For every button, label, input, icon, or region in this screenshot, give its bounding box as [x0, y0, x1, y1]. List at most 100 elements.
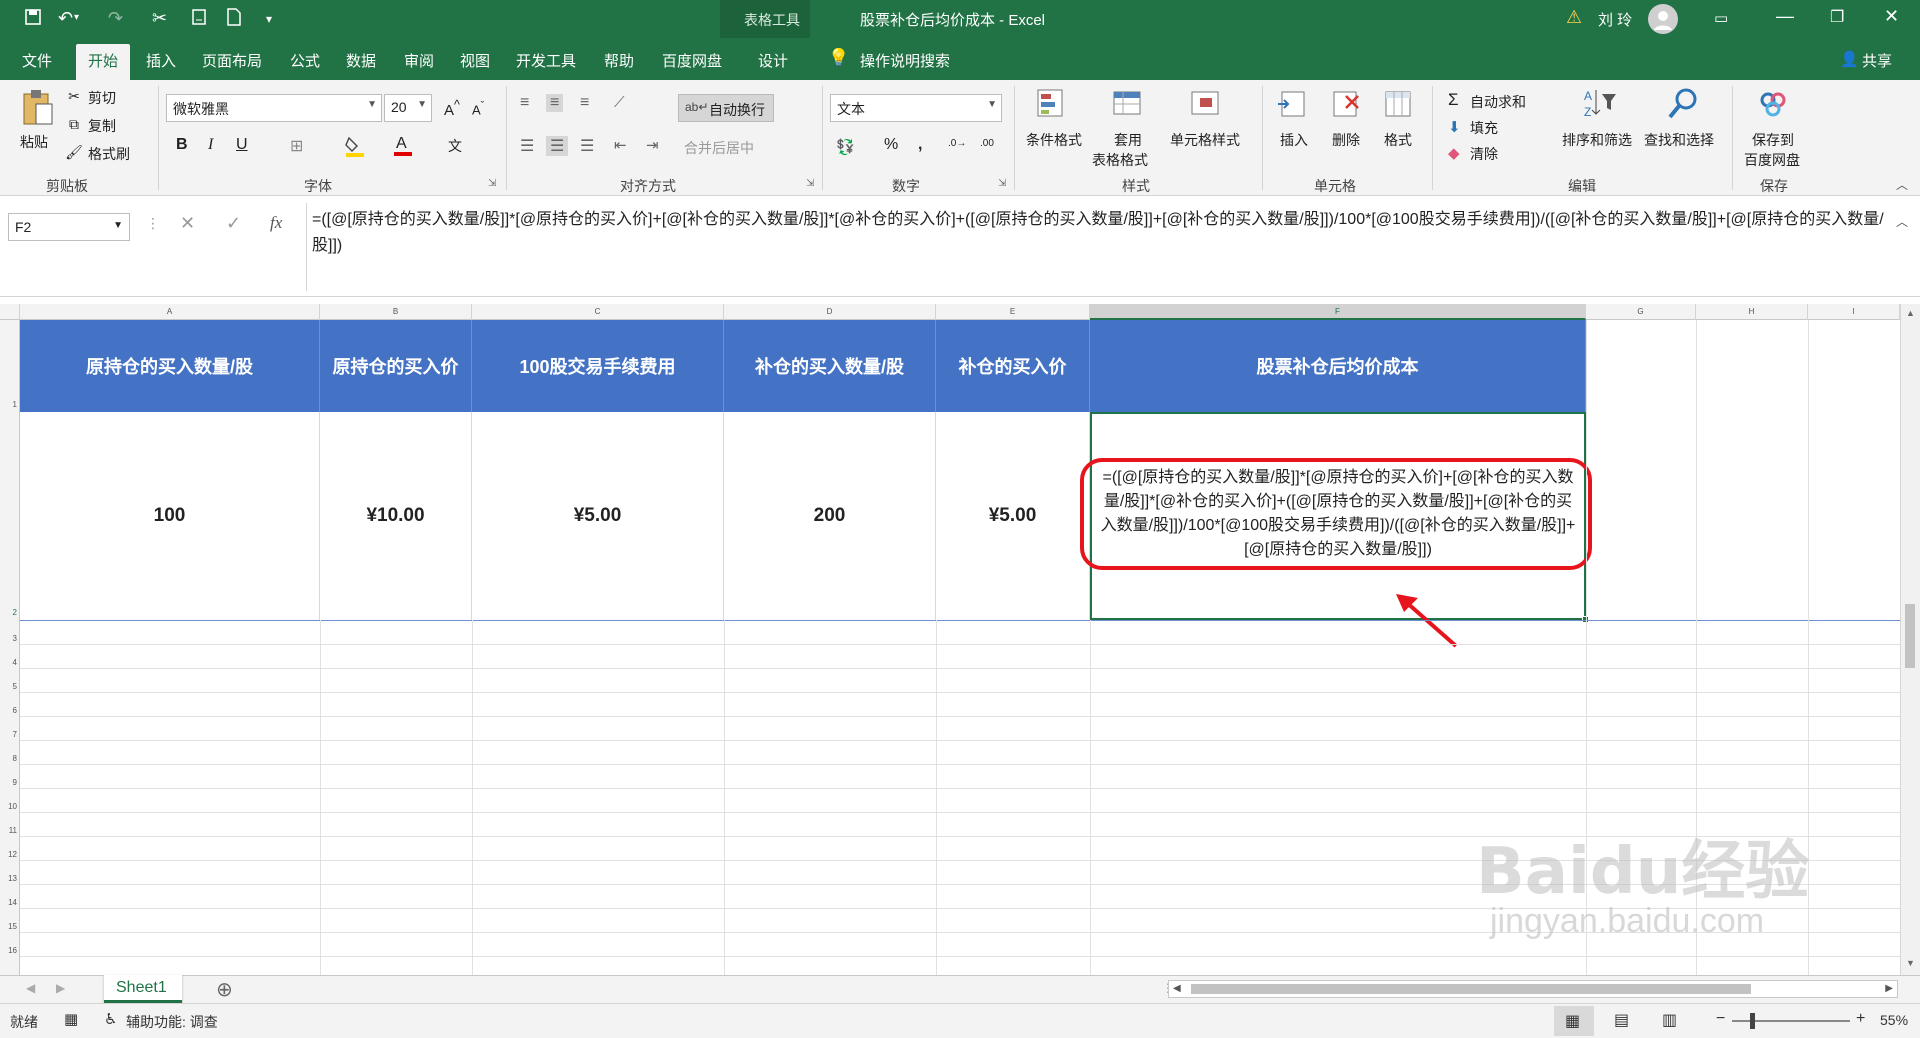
- column-header-c[interactable]: C: [472, 304, 724, 320]
- increase-decimal-icon[interactable]: .0→: [948, 138, 966, 149]
- paste-button[interactable]: 粘贴: [20, 132, 48, 152]
- number-format-select[interactable]: 文本 ▼: [830, 94, 1002, 122]
- table-header-cell[interactable]: 原持仓的买入数量/股: [20, 320, 320, 412]
- underline-button[interactable]: U: [236, 136, 248, 154]
- fill-color-icon[interactable]: [344, 134, 366, 158]
- table-header-cell[interactable]: 补仓的买入数量/股: [724, 320, 936, 412]
- insert-function-button[interactable]: fx: [270, 213, 282, 233]
- sheet-prev-icon[interactable]: ◀: [26, 981, 35, 995]
- tab-design[interactable]: 设计: [758, 50, 788, 71]
- font-dialog-launcher-icon[interactable]: ⇲: [488, 178, 496, 189]
- save-icon[interactable]: [24, 8, 42, 31]
- table-header-cell[interactable]: 补仓的买入价: [936, 320, 1090, 412]
- print-preview-icon[interactable]: [190, 8, 208, 31]
- close-icon[interactable]: ✕: [1884, 6, 1899, 27]
- column-header-a[interactable]: A: [20, 304, 320, 320]
- table-data-cell[interactable]: ¥10.00: [320, 412, 472, 620]
- new-file-icon[interactable]: [226, 8, 242, 31]
- format-cells-icon[interactable]: [1382, 88, 1414, 120]
- format-as-table-icon[interactable]: [1112, 88, 1144, 120]
- selected-cell-f2[interactable]: =([@[原持仓的买入数量/股]]*[@原持仓的买入价]+[@[补仓的买入数量/…: [1080, 412, 1592, 623]
- delete-cells-button[interactable]: 删除: [1332, 130, 1360, 150]
- decrease-font-icon[interactable]: Aˇ: [472, 100, 484, 117]
- sheet-tab-sheet1[interactable]: Sheet1: [104, 975, 182, 1003]
- decrease-indent-icon[interactable]: ⇤: [614, 136, 627, 154]
- column-header-i[interactable]: I: [1808, 304, 1900, 320]
- warning-icon[interactable]: ⚠: [1566, 7, 1582, 28]
- tab-baidu-netdisk[interactable]: 百度网盘: [662, 50, 722, 71]
- align-top-icon[interactable]: ≡: [520, 94, 529, 112]
- tab-file[interactable]: 文件: [22, 50, 52, 71]
- phonetic-icon[interactable]: 文: [448, 136, 462, 156]
- undo-icon[interactable]: ↶: [58, 8, 73, 29]
- save-to-netdisk-button[interactable]: 保存到: [1752, 130, 1794, 150]
- sort-filter-icon[interactable]: AZ: [1582, 86, 1618, 122]
- cancel-entry-icon[interactable]: ✕: [180, 213, 195, 234]
- autosum-icon[interactable]: Σ: [1448, 90, 1459, 110]
- eraser-icon[interactable]: ◆: [1448, 144, 1460, 162]
- bold-button[interactable]: B: [176, 136, 188, 154]
- tab-page-layout[interactable]: 页面布局: [202, 50, 262, 71]
- customize-qat-icon[interactable]: ▾: [266, 12, 272, 26]
- row-header[interactable]: 16: [0, 946, 20, 955]
- column-header-e[interactable]: E: [936, 304, 1090, 320]
- cell-styles-button[interactable]: 单元格样式: [1170, 130, 1240, 150]
- row-header[interactable]: 13: [0, 874, 20, 883]
- user-name[interactable]: 刘 玲: [1598, 9, 1632, 30]
- confirm-entry-icon[interactable]: ✓: [226, 213, 241, 234]
- collapse-formula-bar-icon[interactable]: ︿: [1896, 213, 1908, 230]
- accounting-format-icon[interactable]: 💱: [836, 138, 855, 156]
- align-right-icon[interactable]: ☰: [580, 136, 594, 156]
- copy-icon[interactable]: ⧉: [66, 116, 82, 132]
- row-header[interactable]: 14: [0, 898, 20, 907]
- find-select-button[interactable]: 查找和选择: [1644, 130, 1714, 150]
- sort-filter-button[interactable]: 排序和筛选: [1562, 130, 1632, 150]
- add-sheet-icon[interactable]: ⊕: [216, 977, 233, 1002]
- table-data-cell[interactable]: 100: [20, 412, 320, 620]
- row-header[interactable]: 1: [0, 400, 20, 409]
- accessibility-icon[interactable]: ♿: [104, 1010, 117, 1028]
- horizontal-scrollbar[interactable]: ◀ ▶: [1168, 980, 1898, 998]
- border-icon[interactable]: ⊞: [290, 136, 303, 156]
- normal-view-button[interactable]: ▦: [1554, 1006, 1594, 1036]
- row-header[interactable]: 9: [0, 778, 20, 787]
- fill-button[interactable]: 填充: [1470, 118, 1498, 138]
- increase-indent-icon[interactable]: ⇥: [646, 136, 659, 154]
- zoom-level[interactable]: 55%: [1880, 1012, 1908, 1028]
- zoom-in-icon[interactable]: +: [1856, 1010, 1865, 1028]
- column-header-d[interactable]: D: [724, 304, 936, 320]
- paste-icon[interactable]: [18, 88, 58, 128]
- align-center-icon[interactable]: ☰: [546, 136, 569, 156]
- font-size-select[interactable]: 20 ▼: [384, 94, 432, 122]
- share-icon[interactable]: 👤: [1840, 50, 1859, 68]
- tab-formulas[interactable]: 公式: [290, 50, 320, 71]
- restore-icon[interactable]: ❐: [1830, 7, 1844, 27]
- tab-home[interactable]: 开始: [76, 44, 131, 80]
- tell-me-search[interactable]: 操作说明搜索: [860, 50, 950, 71]
- find-select-icon[interactable]: [1666, 86, 1702, 122]
- insert-cells-icon[interactable]: [1276, 88, 1308, 120]
- tab-insert[interactable]: 插入: [146, 50, 176, 71]
- percent-icon[interactable]: %: [884, 136, 898, 154]
- page-layout-view-icon[interactable]: ▤: [1614, 1010, 1629, 1030]
- clear-button[interactable]: 清除: [1470, 144, 1498, 164]
- orientation-icon[interactable]: ⟋: [614, 94, 625, 111]
- worksheet-grid[interactable]: 原持仓的买入数量/股 原持仓的买入价 100股交易手续费用 补仓的买入数量/股 …: [20, 320, 1910, 975]
- column-header-h[interactable]: H: [1696, 304, 1808, 320]
- vertical-scrollbar[interactable]: ▲ ▼: [1900, 304, 1920, 975]
- italic-button[interactable]: I: [208, 136, 213, 154]
- table-data-cell[interactable]: 200: [724, 412, 936, 620]
- column-header-f[interactable]: F: [1090, 304, 1586, 320]
- align-left-icon[interactable]: ☰: [520, 136, 534, 156]
- table-header-cell[interactable]: 原持仓的买入价: [320, 320, 472, 412]
- align-bottom-icon[interactable]: ≡: [580, 94, 589, 112]
- row-header[interactable]: 8: [0, 754, 20, 763]
- decrease-decimal-icon[interactable]: .00: [980, 138, 994, 149]
- scroll-up-icon[interactable]: ▲: [1906, 308, 1915, 318]
- delete-cells-icon[interactable]: [1330, 88, 1362, 120]
- scroll-left-icon[interactable]: ◀: [1173, 983, 1181, 994]
- accessibility-status[interactable]: 辅助功能: 调查: [126, 1012, 218, 1032]
- row-header[interactable]: 5: [0, 682, 20, 691]
- baidu-cloud-icon[interactable]: [1756, 90, 1792, 120]
- scroll-down-icon[interactable]: ▼: [1906, 958, 1915, 968]
